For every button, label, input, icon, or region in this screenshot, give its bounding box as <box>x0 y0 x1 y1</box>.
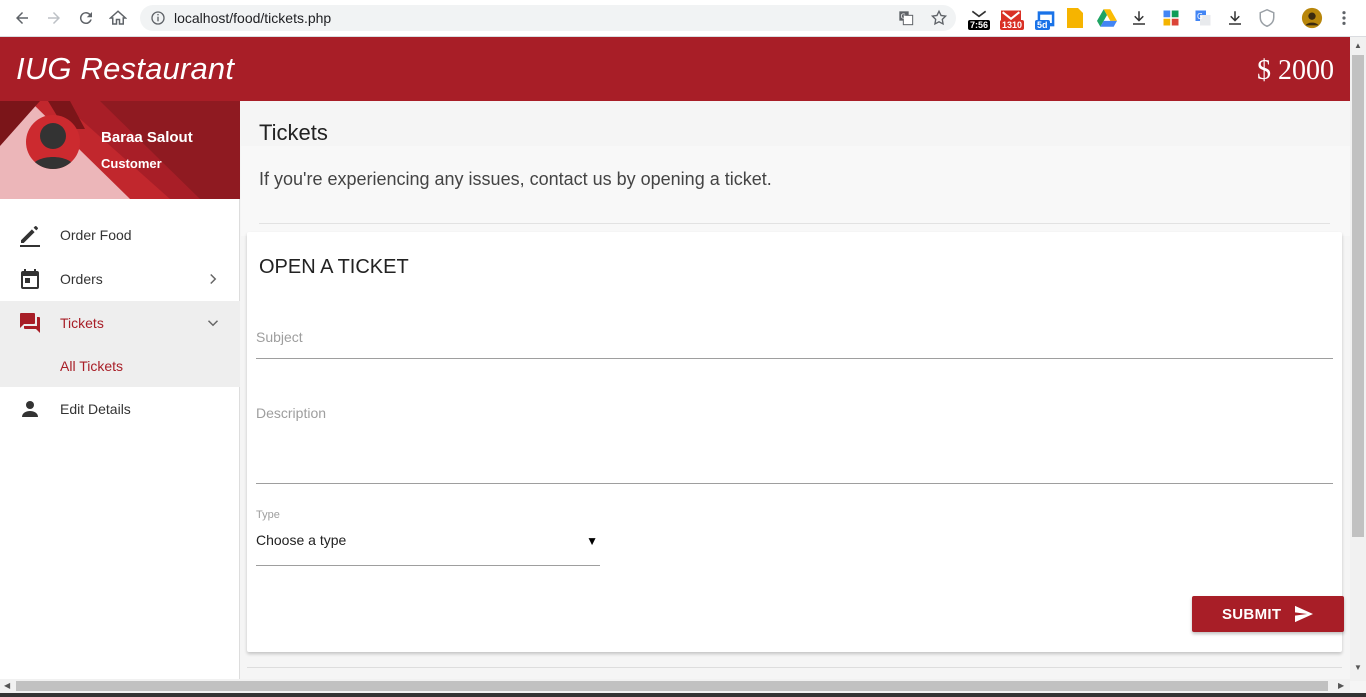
reload-icon[interactable] <box>74 6 98 30</box>
shield-icon[interactable] <box>1256 7 1278 29</box>
sidebar-menu: Order Food Orders Tickets All Tickets Ed… <box>0 213 240 431</box>
brand-logo[interactable]: IUG Restaurant <box>16 51 234 87</box>
card-title: OPEN A TICKET <box>259 256 409 278</box>
sidebar-item-label: Edit Details <box>60 401 131 417</box>
type-select-underline <box>256 565 600 566</box>
horizontal-scrollbar[interactable]: ◀ ▶ <box>0 679 1350 693</box>
back-icon[interactable] <box>10 6 34 30</box>
caret-down-icon: ▼ <box>586 534 598 548</box>
sidebar-item-label: Order Food <box>60 227 132 243</box>
calendar-extension-icon[interactable]: 5d <box>1035 7 1057 30</box>
kebab-menu-icon[interactable] <box>1333 7 1355 29</box>
translate-icon[interactable]: G <box>898 10 914 31</box>
profile-avatar-icon[interactable] <box>1301 7 1323 29</box>
keep-icon[interactable] <box>1064 7 1086 29</box>
gmail-icon[interactable]: 1310 <box>1000 7 1025 30</box>
divider <box>259 223 1330 224</box>
subject-input[interactable] <box>256 358 1333 359</box>
main-content: Tickets If you're experiencing any issue… <box>241 101 1350 681</box>
pencil-icon <box>20 226 40 247</box>
horizontal-scroll-thumb[interactable] <box>16 681 1328 691</box>
scroll-right-icon[interactable]: ▶ <box>1338 681 1344 690</box>
send-icon <box>1295 605 1313 623</box>
calendar-badge: 5d <box>1035 20 1050 30</box>
submit-button[interactable]: SUBMIT <box>1192 596 1344 632</box>
vertical-scroll-thumb[interactable] <box>1352 55 1364 537</box>
submit-label: SUBMIT <box>1222 605 1282 623</box>
home-icon[interactable] <box>106 6 130 30</box>
footer-divider <box>247 667 1342 668</box>
clock-extension-icon[interactable]: 7:56 <box>968 7 991 30</box>
sidebar-item-all-tickets[interactable]: All Tickets <box>0 345 240 387</box>
balance-display: $ 2000 <box>1257 55 1334 86</box>
sidebar-item-label: Orders <box>60 271 103 287</box>
download-icon[interactable] <box>1224 7 1246 29</box>
clock-badge: 7:56 <box>968 20 991 30</box>
scroll-up-icon[interactable]: ▲ <box>1354 41 1362 50</box>
sidebar: Baraa Salout Customer Order Food Orders … <box>0 101 240 681</box>
user-role: Customer <box>101 156 162 171</box>
chevron-right-icon <box>210 273 217 285</box>
description-label: Description <box>256 405 327 421</box>
user-profile-card: Baraa Salout Customer <box>0 101 240 199</box>
vertical-scrollbar[interactable]: ▲ ▼ <box>1350 37 1366 681</box>
info-icon[interactable] <box>150 10 166 31</box>
svg-text:G: G <box>901 13 906 21</box>
sidebar-item-edit-details[interactable]: Edit Details <box>0 387 240 431</box>
grid-extension-icon[interactable] <box>1160 7 1182 29</box>
sidebar-item-label: Tickets <box>60 315 104 331</box>
sidebar-item-label: All Tickets <box>60 358 124 374</box>
type-label: Type <box>256 509 280 521</box>
gmail-badge: 1310 <box>1000 20 1025 30</box>
forward-icon[interactable] <box>42 6 66 30</box>
address-bar[interactable]: localhost/food/tickets.php G <box>140 5 956 31</box>
taskbar-strip <box>0 693 1366 697</box>
browser-toolbar: localhost/food/tickets.php G 7:56 1310 5… <box>0 0 1366 37</box>
page-title: Tickets <box>259 120 328 145</box>
person-icon <box>22 401 38 417</box>
calendar-icon <box>21 269 39 289</box>
sidebar-item-tickets[interactable]: Tickets <box>0 301 240 345</box>
user-name: Baraa Salout <box>101 129 193 146</box>
scroll-down-icon[interactable]: ▼ <box>1354 663 1362 672</box>
sidebar-item-order-food[interactable]: Order Food <box>0 213 240 257</box>
page-intro: If you're experiencing any issues, conta… <box>259 169 772 189</box>
open-ticket-card: OPEN A TICKET Subject Description Type C… <box>247 232 1342 652</box>
sidebar-item-orders[interactable]: Orders <box>0 257 240 301</box>
drive-icon[interactable] <box>1096 7 1118 29</box>
chevron-down-icon <box>207 320 219 327</box>
avatar[interactable] <box>26 115 80 169</box>
forum-icon <box>20 313 40 333</box>
google-translate-icon[interactable]: G <box>1192 7 1214 29</box>
url-text: localhost/food/tickets.php <box>174 10 332 26</box>
app-header: IUG Restaurant $ 2000 <box>0 37 1350 101</box>
download-icon[interactable] <box>1128 7 1150 29</box>
scroll-left-icon[interactable]: ◀ <box>4 681 10 690</box>
svg-text:G: G <box>1197 12 1203 21</box>
type-select[interactable]: Choose a type ▼ <box>256 532 600 566</box>
bookmark-star-icon[interactable] <box>930 9 948 32</box>
description-textarea[interactable] <box>256 483 1333 484</box>
subject-label: Subject <box>256 329 303 345</box>
type-select-value: Choose a type <box>256 532 347 548</box>
